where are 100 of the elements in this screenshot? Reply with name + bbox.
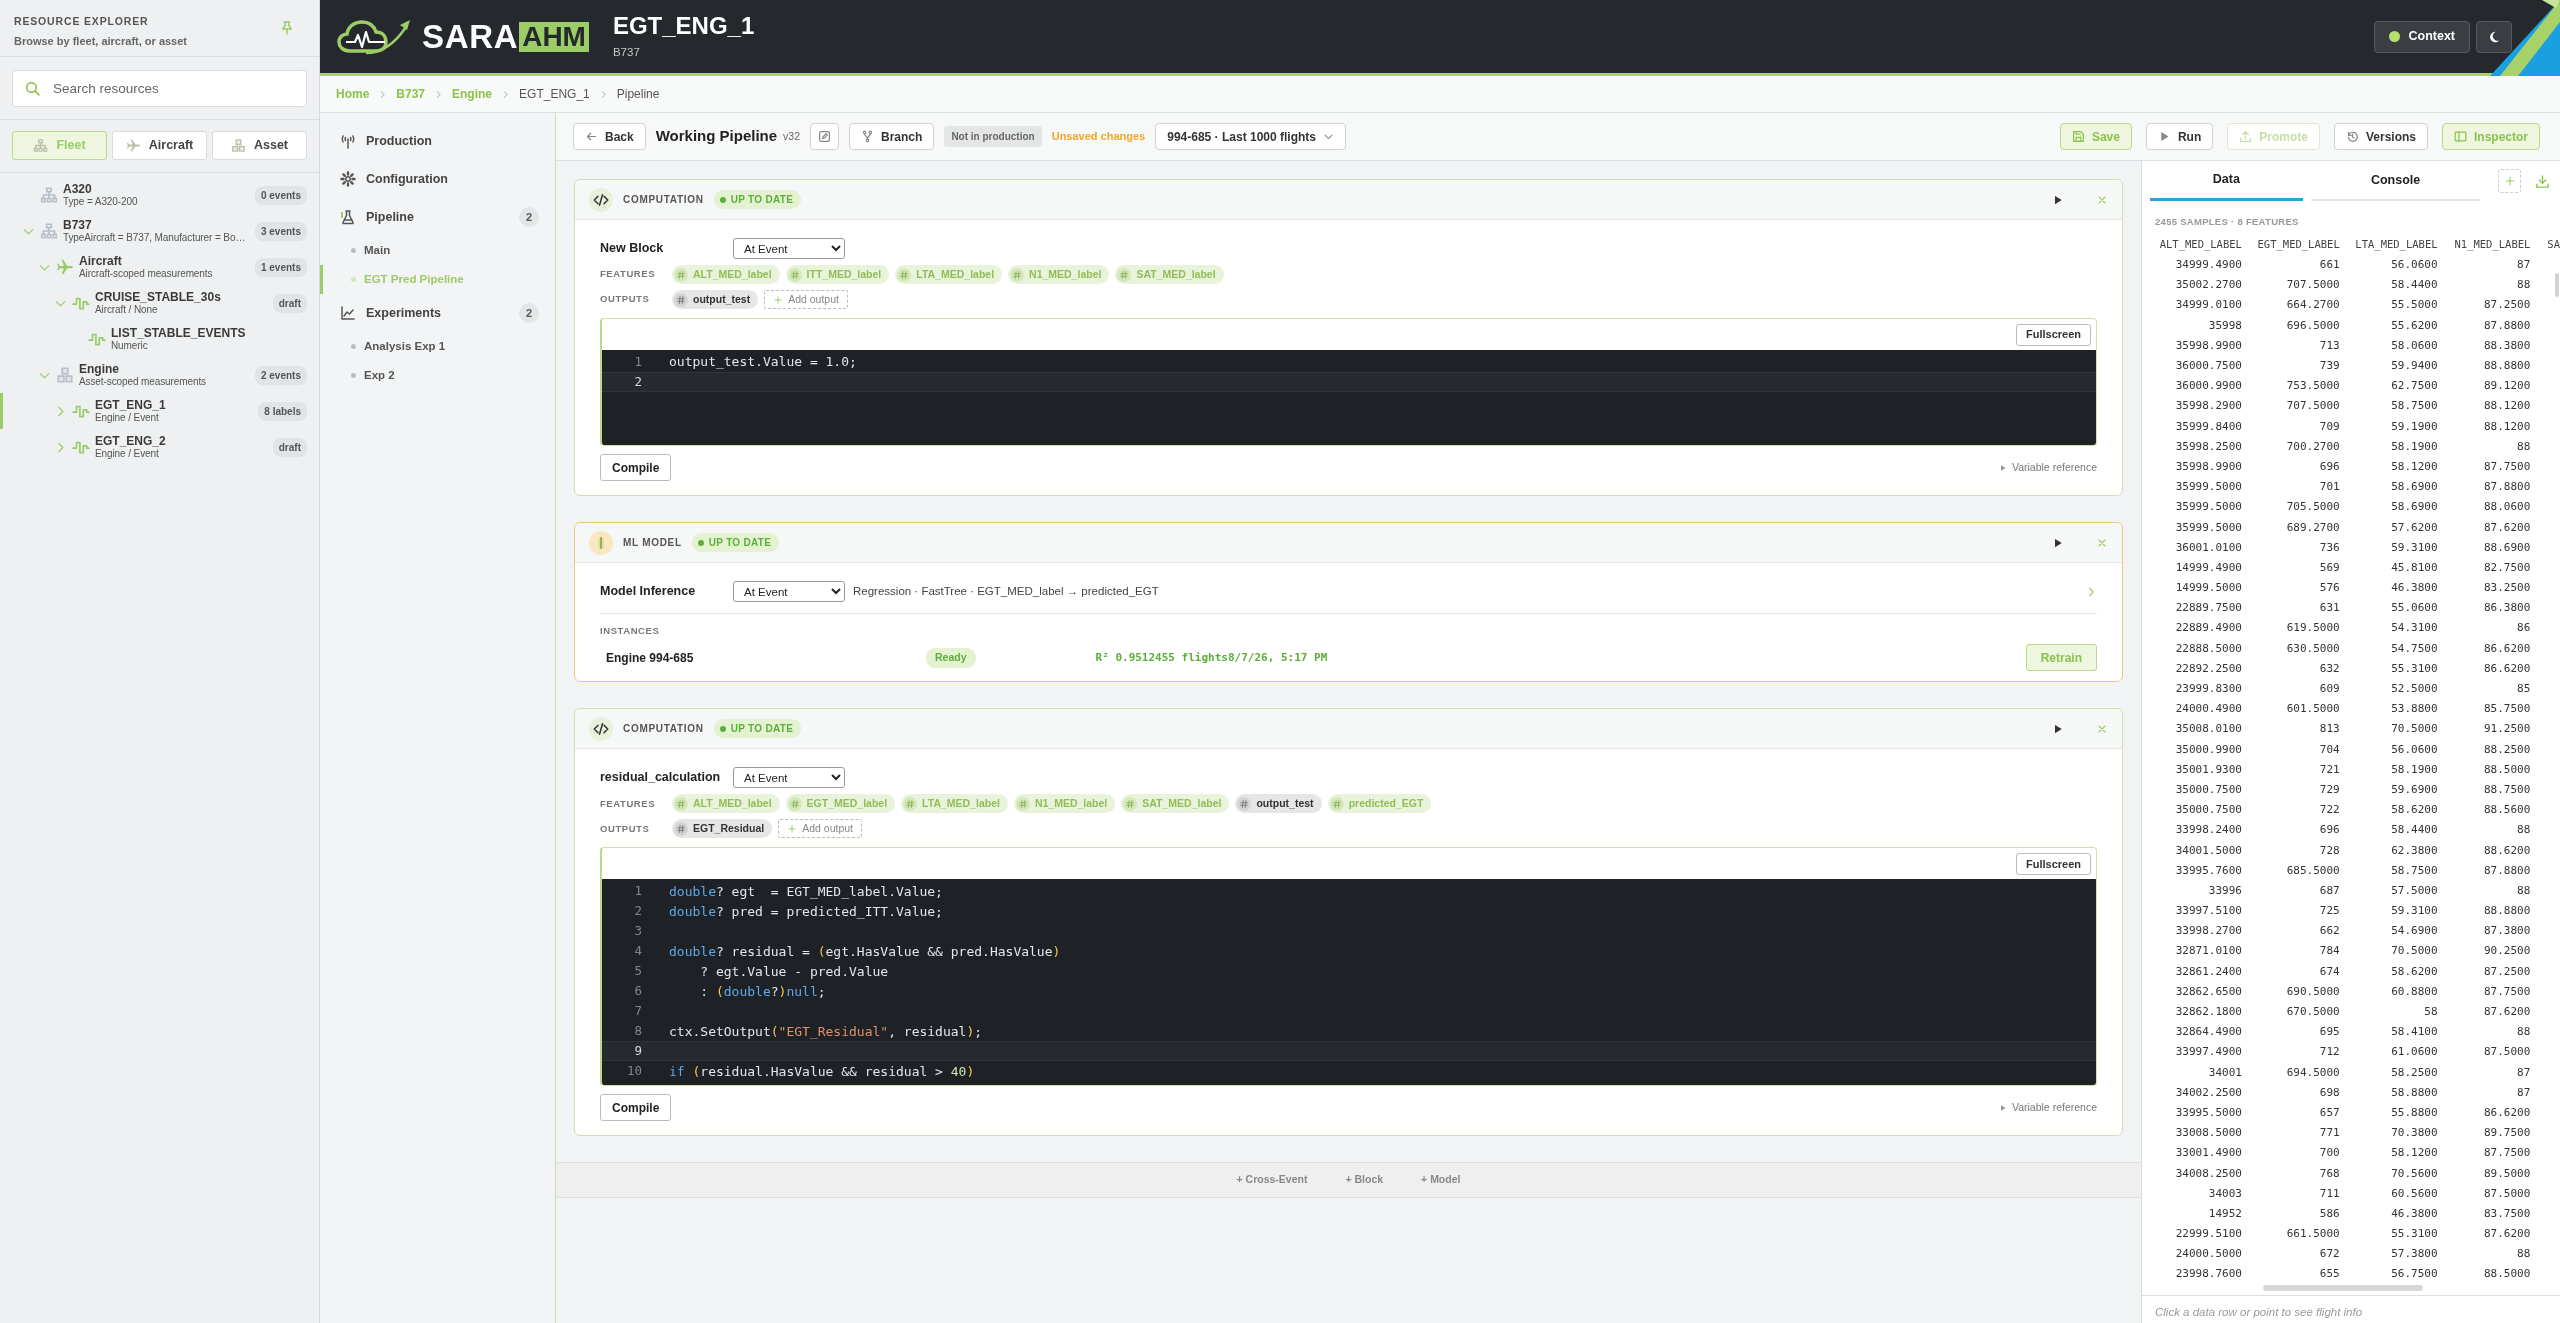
data-row[interactable]: 36000.7500 739 59.9400 88.8800 xyxy=(2152,356,2560,377)
nav-item[interactable]: Configuration xyxy=(320,160,555,198)
code-editor[interactable]: 1 output_test.Value = 1.0; 2 xyxy=(602,350,2096,445)
trigger-select[interactable]: At Event xyxy=(733,767,845,789)
compile-button[interactable]: Compile xyxy=(600,1094,672,1122)
data-row[interactable]: 35999.5000 705.5000 58.6900 88.0600 xyxy=(2152,497,2560,518)
data-row[interactable]: 33996 687 57.5000 88 xyxy=(2152,881,2560,902)
fullscreen-button[interactable]: Fullscreen xyxy=(2015,852,2091,875)
data-row[interactable]: 24000.5000 672 57.3800 88 xyxy=(2152,1244,2560,1265)
back-button[interactable]: Back xyxy=(573,123,646,150)
data-row[interactable]: 34002.2500 698 58.8800 87 xyxy=(2152,1082,2560,1104)
tab[interactable]: Data xyxy=(2150,161,2303,201)
data-row[interactable]: 35000.9900 704 56.0600 88.2500 xyxy=(2152,739,2560,760)
data-row[interactable]: 33997.5100 725 59.3100 88.8800 xyxy=(2152,901,2560,922)
add-output-button[interactable]: Add output xyxy=(778,819,862,839)
data-row[interactable]: 33001.4900 700 58.1200 87.7500 xyxy=(2152,1143,2560,1164)
tab[interactable]: Console xyxy=(2310,161,2481,201)
code-editor[interactable] xyxy=(602,879,2096,1086)
play-icon[interactable] xyxy=(2052,722,2064,735)
data-row[interactable]: 22892.2500 632 55.3100 86.6200 xyxy=(2152,659,2560,680)
context-button[interactable]: Context xyxy=(2374,20,2470,53)
data-row[interactable]: 34008.2500 768 70.5600 89.5000 xyxy=(2152,1163,2560,1184)
data-row[interactable]: 22889.4900 619.5000 54.3100 86 xyxy=(2152,618,2560,639)
nav-item[interactable]: Experiments 2 xyxy=(320,294,555,332)
data-row[interactable]: 35002.2700 707.5000 58.4400 88 xyxy=(2152,275,2560,296)
tree-item[interactable]: B737 TypeAircraft = B737, Manufacturer = Bo… 3 events xyxy=(0,213,319,249)
data-row[interactable]: 35998.2500 700.2700 58.1900 88 xyxy=(2152,436,2560,458)
data-row[interactable]: 33995.7600 685.5000 58.7500 87.8800 xyxy=(2152,860,2560,882)
data-row[interactable]: 35000.7500 722 58.6200 88.5600 xyxy=(2152,800,2560,821)
tree-item[interactable]: A320 Type = A320-200 0 events xyxy=(0,177,319,213)
tree-item[interactable]: CRUISE_STABLE_30s Aircraft / None draft xyxy=(0,285,319,321)
nav-subitem[interactable]: Main xyxy=(320,236,555,265)
data-row[interactable]: 32862.6500 690.5000 60.8800 87.7500 xyxy=(2152,982,2560,1003)
filter-tab[interactable]: Asset xyxy=(212,131,307,160)
data-row[interactable]: 33995.5000 657 55.8800 86.6200 xyxy=(2152,1103,2560,1124)
data-row[interactable]: 14999.5000 576 46.3800 83.2500 xyxy=(2152,578,2560,599)
tree-item[interactable]: Aircraft Aircraft-scoped measurements 1 events xyxy=(0,249,319,285)
data-row[interactable]: 35999.5000 689.2700 57.6200 87.6200 xyxy=(2152,517,2560,538)
data-row[interactable]: 35999.8400 709 59.1900 88.1200 xyxy=(2152,416,2560,437)
data-row[interactable]: 34001 694.5000 58.2500 87 xyxy=(2152,1062,2560,1083)
data-row[interactable]: 35001.9300 721 58.1900 88.5000 xyxy=(2152,759,2560,781)
edit-button[interactable] xyxy=(810,123,840,150)
column-header[interactable]: EGT_MED_LABEL xyxy=(2241,235,2340,256)
branch-button[interactable]: Branch xyxy=(849,123,935,150)
search-field[interactable]: Search resources xyxy=(12,70,307,107)
dataset-dropdown[interactable]: 994-685 · Last 1000 flights xyxy=(1155,123,1346,150)
nav-subitem[interactable]: Analysis Exp 1 xyxy=(320,332,555,361)
data-row[interactable]: 32864.4900 695 58.4100 88 xyxy=(2152,1022,2560,1043)
variable-reference-link[interactable]: Variable reference xyxy=(1998,1099,2097,1116)
pin-icon[interactable] xyxy=(279,20,295,36)
column-header[interactable]: ALT_MED_LABEL xyxy=(2152,235,2242,256)
nav-subitem[interactable]: Exp 2 xyxy=(320,361,555,390)
tree-item[interactable]: EGT_ENG_1 Engine / Event 8 labels xyxy=(0,393,319,429)
trigger-select[interactable]: At Event xyxy=(733,238,845,259)
compile-button[interactable]: Compile xyxy=(600,454,672,481)
run-button[interactable]: Run xyxy=(2145,123,2214,150)
data-row[interactable]: 33008.5000 771 70.3800 89.7500 xyxy=(2152,1123,2560,1144)
data-row[interactable]: 33998.2400 696 58.4400 88 xyxy=(2152,820,2560,841)
data-row[interactable]: 34001.5000 728 62.3800 88.6200 xyxy=(2152,840,2560,861)
variable-reference-link[interactable]: Variable reference xyxy=(1998,459,2097,476)
data-row[interactable]: 32861.2400 674 58.6200 87.2500 xyxy=(2152,961,2560,982)
data-row[interactable]: 23999.8300 609 52.5000 85 xyxy=(2152,679,2560,700)
column-header[interactable]: SA xyxy=(2530,235,2560,256)
data-row[interactable]: 22999.5100 661.5000 55.3100 87.6200 xyxy=(2152,1224,2560,1245)
data-row[interactable]: 34003 711 60.5600 87.5000 xyxy=(2152,1183,2560,1205)
tree-item[interactable]: LIST_STABLE_EVENTS Numeric xyxy=(0,321,319,357)
trigger-select[interactable]: At Event xyxy=(733,581,845,602)
data-row[interactable]: 36000.9900 753.5000 62.7500 89.1200 xyxy=(2152,376,2560,397)
data-row[interactable]: 33998.2700 662 54.6900 87.3800 xyxy=(2152,921,2560,942)
tree-item[interactable]: EGT_ENG_2 Engine / Event draft xyxy=(0,429,319,465)
data-row[interactable]: 35998.9900 696 58.1200 87.7500 xyxy=(2152,457,2560,478)
data-row[interactable]: 23998.7600 655 56.7500 88.5000 xyxy=(2152,1264,2560,1285)
add-output-button[interactable]: Add output xyxy=(764,290,848,309)
data-row[interactable]: 14952 586 46.3800 83.7500 xyxy=(2152,1204,2560,1225)
play-icon[interactable] xyxy=(2052,193,2064,206)
data-row[interactable]: 22888.5000 630.5000 54.7500 86.6200 xyxy=(2152,638,2560,659)
data-row[interactable]: 14999.4900 569 45.8100 82.7500 xyxy=(2152,558,2560,579)
download-icon[interactable] xyxy=(2535,173,2550,189)
data-row[interactable]: 35999.5000 701 58.6900 87.8800 xyxy=(2152,477,2560,498)
scrollbar-thumb[interactable] xyxy=(2263,1284,2423,1291)
nav-item[interactable]: Production xyxy=(320,122,555,160)
data-row[interactable]: 35000.7500 729 59.6900 88.7500 xyxy=(2152,780,2560,801)
data-row[interactable]: 35998.9900 713 58.0600 88.3800 xyxy=(2152,336,2560,357)
data-row[interactable]: 32871.0100 784 70.5000 90.2500 xyxy=(2152,941,2560,962)
data-row[interactable]: 35008.0100 813 70.5000 91.2500 xyxy=(2152,719,2560,740)
data-row[interactable]: 22889.7500 631 55.0600 86.3800 xyxy=(2152,598,2560,619)
data-row[interactable]: 24000.4900 601.5000 53.8800 85.7500 xyxy=(2152,699,2560,720)
play-icon[interactable] xyxy=(2052,536,2064,549)
data-row[interactable]: 35998.2900 707.5000 58.7500 88.1200 xyxy=(2152,396,2560,417)
data-row[interactable]: 34999.0100 664.2700 55.5000 87.2500 xyxy=(2152,295,2560,316)
nav-item[interactable]: Pipeline 2 xyxy=(320,198,555,236)
data-row[interactable]: 34999.4900 661 56.0600 87 xyxy=(2152,255,2560,276)
tree-item[interactable]: Engine Asset-scoped measurements 2 events xyxy=(0,357,319,393)
scrollbar-thumb[interactable] xyxy=(2555,273,2559,297)
add-button[interactable] xyxy=(2498,169,2521,193)
versions-button[interactable]: Versions xyxy=(2333,123,2428,150)
data-row[interactable]: 32862.1800 670.5000 58 87.6200 xyxy=(2152,1002,2560,1023)
filter-tab[interactable]: Aircraft xyxy=(112,131,207,160)
column-header[interactable]: LTA_MED_LABEL xyxy=(2339,235,2438,256)
column-header[interactable]: N1_MED_LABEL xyxy=(2437,235,2531,256)
